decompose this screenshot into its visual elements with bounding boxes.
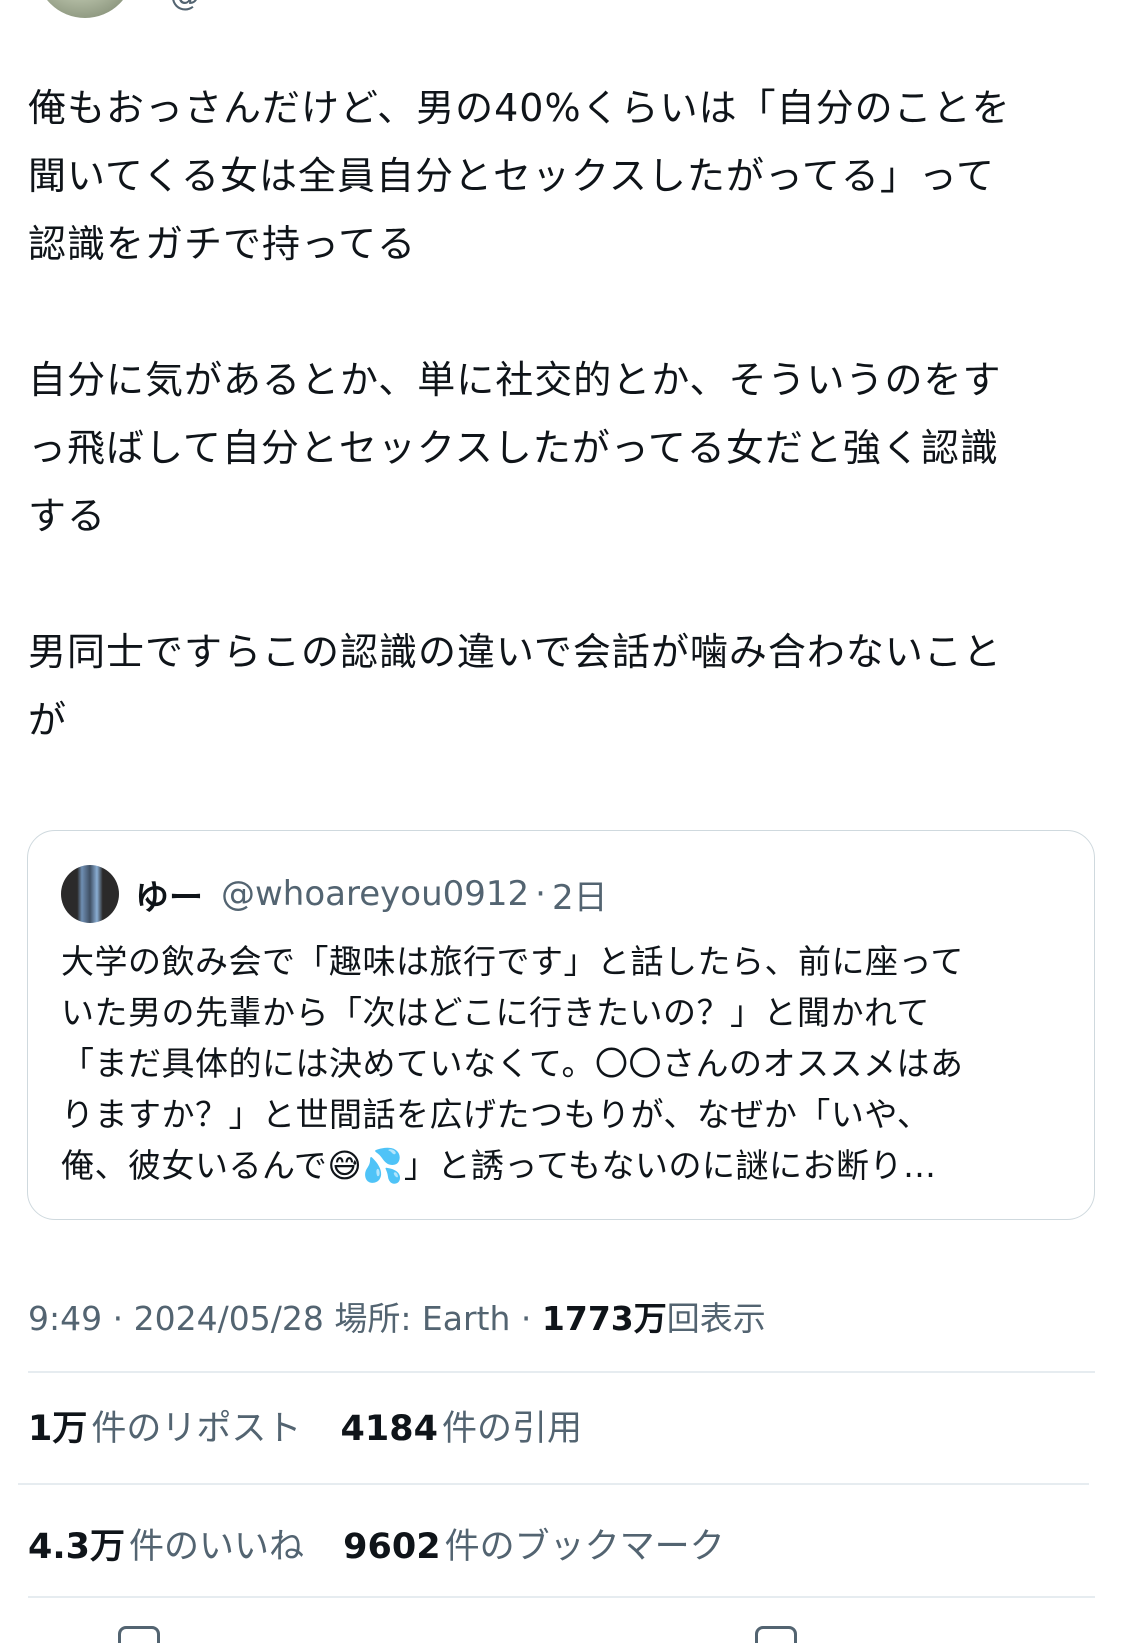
quoted-tweet-text: 大学の飲み会で「趣味は旅行です」と話したら、前に座って いた男の先輩から「次はど… bbox=[61, 942, 964, 1185]
post-date[interactable]: 2024/05/28 bbox=[134, 1299, 324, 1338]
likes-count: 4.3万 bbox=[28, 1527, 126, 1567]
stats-row-likes: 4.3万 件のいいね 9602 件のブックマーク bbox=[28, 1518, 753, 1569]
quoted-author-handle: @whoareyou0912 bbox=[221, 874, 530, 914]
quotes-label: 件の引用 bbox=[441, 1409, 582, 1449]
bookmarks-stat[interactable]: 9602 件のブックマーク bbox=[343, 1527, 752, 1567]
reposts-stat[interactable]: 1万 件のリポスト bbox=[28, 1409, 329, 1449]
quoted-author-avatar bbox=[61, 865, 119, 923]
meta-separator: · bbox=[520, 1299, 532, 1338]
reply-icon[interactable] bbox=[118, 1626, 160, 1643]
post-time[interactable]: 9:49 bbox=[28, 1299, 102, 1338]
quotes-count: 4184 bbox=[340, 1409, 438, 1449]
bookmarks-label: 件のブックマーク bbox=[444, 1527, 725, 1567]
meta-separator: · bbox=[112, 1299, 124, 1338]
likes-stat[interactable]: 4.3万 件のいいね bbox=[28, 1527, 332, 1567]
bookmarks-count: 9602 bbox=[343, 1527, 441, 1567]
quoted-timestamp: 2日 bbox=[551, 877, 608, 918]
quotes-stat[interactable]: 4184 件の引用 bbox=[341, 1409, 610, 1449]
tweet-text: 俺もおっさんだけど、男の40%くらいは「自分のことを 聞いてくる女は全員自分とセ… bbox=[28, 86, 1011, 742]
quoted-author-name: ゆー bbox=[135, 877, 203, 918]
quoted-tweet-card[interactable]: ゆー @whoareyou0912 · 2日 大学の飲み会で「趣味は旅行です」と… bbox=[27, 830, 1095, 1220]
views-label: 回表示 bbox=[666, 1299, 766, 1338]
quoted-separator: · bbox=[535, 874, 546, 914]
likes-label: 件のいいね bbox=[129, 1527, 305, 1567]
stats-row-reposts: 1万 件のリポスト 4184 件の引用 bbox=[28, 1400, 610, 1451]
reposts-label: 件のリポスト bbox=[91, 1409, 302, 1449]
tweet-meta: 9:49 · 2024/05/28 場所: Earth · 1773万回表示 bbox=[28, 1292, 766, 1340]
author-avatar[interactable] bbox=[36, 0, 134, 18]
post-location: 場所: Earth bbox=[334, 1299, 511, 1338]
reposts-count: 1万 bbox=[28, 1409, 88, 1449]
divider bbox=[28, 1596, 1095, 1598]
author-handle-fragment: @ bbox=[170, 0, 200, 13]
bookmark-icon[interactable] bbox=[755, 1626, 797, 1643]
quoted-tweet-header: ゆー @whoareyou0912 · 2日 bbox=[61, 864, 608, 924]
views-count: 1773万 bbox=[541, 1299, 667, 1338]
divider bbox=[28, 1371, 1095, 1373]
divider bbox=[18, 1483, 1089, 1485]
